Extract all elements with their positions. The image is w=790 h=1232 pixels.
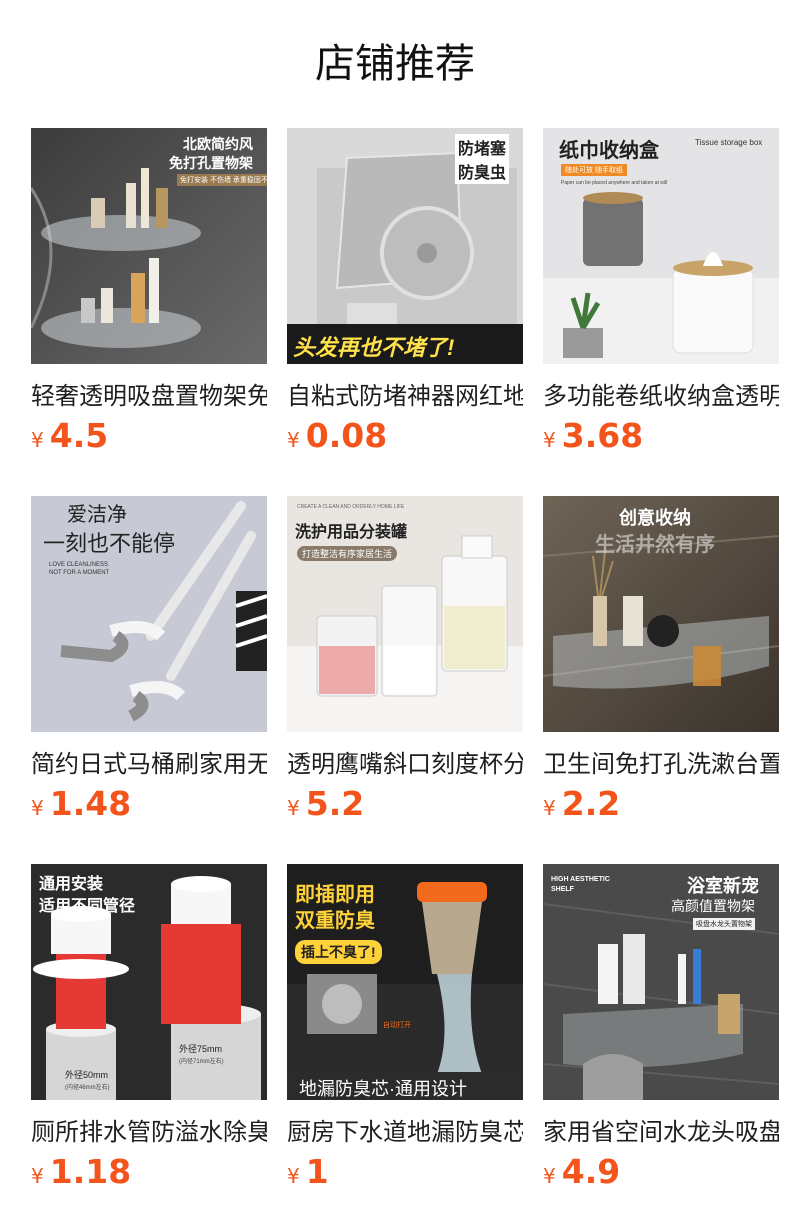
image-caption: CREATE A CLEAN AND ORDERLY HOME LIFE <box>297 504 405 510</box>
product-price: ¥1.48 <box>31 784 131 828</box>
price-value: 4.9 <box>561 1152 621 1191</box>
product-price: ¥1 <box>287 1152 329 1196</box>
product-card[interactable]: CREATE A CLEAN AND ORDERLY HOME LIFE 洗护用… <box>287 496 523 836</box>
image-caption: 创意收纳 <box>619 508 691 528</box>
image-caption: 通用安装 <box>39 876 104 893</box>
price-value: 4.5 <box>49 416 109 455</box>
image-caption: 生活井然有序 <box>595 534 715 556</box>
product-price: ¥1.18 <box>31 1152 131 1196</box>
image-caption: 打造整洁有序家居生活 <box>297 546 398 561</box>
image-caption: (内径71mm左右) <box>179 1059 224 1065</box>
image-caption: 自动打开 <box>383 1022 411 1029</box>
product-price: ¥3.68 <box>543 416 643 460</box>
image-caption: 适用不同管径 <box>39 898 136 915</box>
currency-symbol: ¥ <box>287 796 300 820</box>
price-value: 0.08 <box>305 416 388 455</box>
currency-symbol: ¥ <box>543 1164 556 1188</box>
product-name[interactable]: 卫生间免打孔洗漱台置物架 <box>543 748 779 780</box>
image-caption: HIGH AESTHETIC <box>551 876 610 883</box>
product-price: ¥0.08 <box>287 416 387 460</box>
image-caption: 双重防臭 <box>295 910 375 932</box>
product-image[interactable]: 通用安装 适用不同管径 外径75mm (内径71mm左右) 外径50mm (内径… <box>31 864 267 1100</box>
price-value: 3.68 <box>561 416 644 455</box>
product-name[interactable]: 透明鹰嘴斜口刻度杯分装罐 <box>287 748 523 780</box>
product-name[interactable]: 家用省空间水龙头吸盘置物架 <box>543 1116 779 1148</box>
product-price: ¥5.2 <box>287 784 364 828</box>
price-value: 2.2 <box>561 784 621 823</box>
image-caption: 免打安装 不伤墙 承重稳固不掉落 <box>177 174 267 186</box>
page-title: 店铺推荐 <box>315 41 475 87</box>
image-caption: 即插即用 <box>295 884 375 906</box>
image-caption: 纸巾收纳盒 <box>559 140 659 162</box>
price-value: 1.18 <box>49 1152 132 1191</box>
product-image[interactable]: 纸巾收纳盒 Tissue storage box 随处可放 随手取纸 Paper… <box>543 128 779 364</box>
image-caption: 一刻也不能停 <box>43 532 176 557</box>
image-caption: 防堵塞 <box>455 134 510 160</box>
price-value: 1 <box>305 1152 329 1191</box>
product-name[interactable]: 轻奢透明吸盘置物架免打孔 <box>31 380 267 412</box>
image-caption: 吸盘水龙头置物架 <box>693 918 755 930</box>
image-caption: 高颜值置物架 <box>671 898 755 914</box>
product-image[interactable]: 爱洁净 一刻也不能停 LOVE CLEANLINESS NOT FOR A MO… <box>31 496 267 732</box>
image-caption: 防臭虫 <box>455 158 510 184</box>
image-caption: 地漏防臭芯·通用设计 <box>299 1079 467 1099</box>
image-caption: 爱洁净 <box>67 502 127 526</box>
product-card[interactable]: 北欧简约风 免打孔置物架 免打安装 不伤墙 承重稳固不掉落 轻奢透明吸盘置物架免… <box>31 128 267 468</box>
image-caption: (内径46mm左右) <box>65 1085 110 1091</box>
image-caption: 免打孔置物架 <box>169 155 253 171</box>
currency-symbol: ¥ <box>287 1164 300 1188</box>
product-card[interactable]: 即插即用 双重防臭 插上不臭了! 自动打开 地漏防臭芯·通用设计 厨房下水道地漏… <box>287 864 523 1204</box>
currency-symbol: ¥ <box>31 796 44 820</box>
product-name[interactable]: 厨房下水道地漏防臭芯通用 <box>287 1116 523 1148</box>
product-card[interactable]: 爱洁净 一刻也不能停 LOVE CLEANLINESS NOT FOR A MO… <box>31 496 267 836</box>
image-caption: 随处可放 随手取纸 <box>561 164 627 176</box>
image-caption: 洗护用品分装罐 <box>295 524 408 541</box>
image-caption: 外径50mm <box>65 1070 109 1080</box>
product-name[interactable]: 简约日式马桶刷家用无死角 <box>31 748 267 780</box>
price-value: 1.48 <box>49 784 132 823</box>
currency-symbol: ¥ <box>31 428 44 452</box>
image-caption: LOVE CLEANLINESS <box>49 562 109 568</box>
image-caption: 北欧简约风 <box>183 136 253 152</box>
product-card[interactable]: 纸巾收纳盒 Tissue storage box 随处可放 随手取纸 Paper… <box>543 128 779 468</box>
product-name[interactable]: 多功能卷纸收纳盒透明纸巾盒 <box>543 380 779 412</box>
image-caption: 外径75mm <box>179 1044 223 1054</box>
product-image[interactable]: 创意收纳 生活井然有序 <box>543 496 779 732</box>
image-caption: SHELF <box>551 886 574 893</box>
image-caption: 浴室新宠 <box>687 876 759 896</box>
price-value: 5.2 <box>305 784 365 823</box>
image-caption: NOT FOR A MOMENT <box>49 570 110 576</box>
currency-symbol: ¥ <box>543 428 556 452</box>
product-card[interactable]: 创意收纳 生活井然有序 卫生间免打孔洗漱台置物架 ¥2.2 <box>543 496 779 836</box>
product-name[interactable]: 厕所排水管防溢水除臭密封圈 <box>31 1116 267 1148</box>
product-card[interactable]: HIGH AESTHETIC SHELF 浴室新宠 高颜值置物架 吸盘水龙头置物… <box>543 864 779 1204</box>
currency-symbol: ¥ <box>543 796 556 820</box>
product-image[interactable]: 防堵塞 防臭虫 头发再也不堵了! <box>287 128 523 364</box>
recommend-grid: 北欧简约风 免打孔置物架 免打安装 不伤墙 承重稳固不掉落 轻奢透明吸盘置物架免… <box>31 128 790 1228</box>
product-image[interactable]: HIGH AESTHETIC SHELF 浴室新宠 高颜值置物架 吸盘水龙头置物… <box>543 864 779 1100</box>
currency-symbol: ¥ <box>31 1164 44 1188</box>
image-caption: Paper can be placed anywhere and taken a… <box>561 180 668 186</box>
product-image[interactable]: CREATE A CLEAN AND ORDERLY HOME LIFE 洗护用… <box>287 496 523 732</box>
product-name[interactable]: 自粘式防堵神器网红地漏贴 <box>287 380 523 412</box>
currency-symbol: ¥ <box>287 428 300 452</box>
product-price: ¥4.5 <box>31 416 108 460</box>
product-card[interactable]: 防堵塞 防臭虫 头发再也不堵了! 自粘式防堵神器网红地漏贴 ¥0.08 <box>287 128 523 468</box>
product-image[interactable]: 北欧简约风 免打孔置物架 免打安装 不伤墙 承重稳固不掉落 <box>31 128 267 364</box>
image-caption: 头发再也不堵了! <box>293 335 455 360</box>
image-caption: Tissue storage box <box>695 138 763 147</box>
product-price: ¥4.9 <box>543 1152 620 1196</box>
image-caption: 插上不臭了! <box>295 940 382 964</box>
product-card[interactable]: 通用安装 适用不同管径 外径75mm (内径71mm左右) 外径50mm (内径… <box>31 864 267 1204</box>
product-image[interactable]: 即插即用 双重防臭 插上不臭了! 自动打开 地漏防臭芯·通用设计 <box>287 864 523 1100</box>
product-price: ¥2.2 <box>543 784 620 828</box>
